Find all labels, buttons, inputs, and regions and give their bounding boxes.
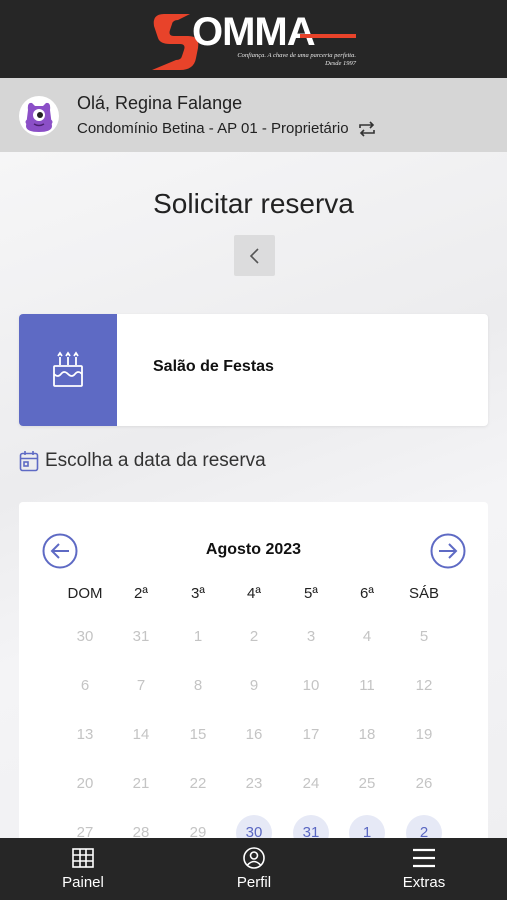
swap-icon[interactable]: [357, 120, 377, 137]
top-bar: OMMA Confiança. A chave de uma parceria …: [0, 0, 507, 78]
condo-selector[interactable]: Condomínio Betina - AP 01 - Proprietário: [77, 120, 377, 137]
nav-painel[interactable]: Painel: [23, 838, 143, 900]
calendar-day-disabled: 11: [359, 677, 375, 694]
logo-wordmark: OMMA: [192, 10, 316, 54]
calendar-month: Agosto 2023: [205, 541, 302, 558]
date-prompt-label: Escolha a data da reserva: [45, 450, 266, 471]
calendar-day-disabled: 24: [302, 775, 320, 792]
weekday-label: 6ª: [360, 585, 374, 602]
weekday-label: 2ª: [134, 585, 148, 602]
calendar-icon: [19, 451, 39, 472]
avatar[interactable]: [19, 96, 59, 136]
date-prompt: Escolha a data da reserva: [19, 450, 266, 472]
main-content: Solicitar reserva Salão de Festas Escolh…: [0, 152, 507, 900]
monster-avatar-icon: [25, 102, 53, 132]
weekday-label: 3ª: [191, 585, 205, 602]
calendar-day-disabled: 25: [358, 775, 376, 792]
greeting-text: Olá, Regina Falange: [77, 93, 243, 113]
calendar-day-disabled: 8: [193, 677, 203, 694]
calendar-day-disabled: 9: [249, 677, 259, 694]
brand-logo: OMMA Confiança. A chave de uma parceria …: [150, 8, 360, 72]
calendar-day-disabled: 7: [136, 677, 146, 694]
calendar-day-disabled: 30: [76, 628, 94, 645]
arrow-right-circle-icon[interactable]: [430, 533, 466, 569]
calendar-day-disabled: 22: [189, 775, 207, 792]
user-bar: Olá, Regina Falange Condomínio Betina - …: [0, 78, 507, 152]
bottom-nav: Painel Perfil Extras: [0, 838, 507, 900]
nav-extras-label: Extras: [402, 874, 446, 891]
calendar-day-disabled: 12: [415, 677, 433, 694]
weekday-label: 5ª: [304, 585, 318, 602]
calendar-day-disabled: 6: [80, 677, 90, 694]
calendar-day-disabled: 13: [76, 726, 94, 743]
calendar-day-disabled: 18: [358, 726, 376, 743]
back-button[interactable]: [234, 235, 275, 276]
calendar-day-disabled: 10: [302, 677, 320, 694]
page-title: Solicitar reserva: [153, 188, 354, 219]
place-card[interactable]: Salão de Festas: [19, 314, 488, 426]
calendar-day-disabled: 2: [249, 628, 259, 645]
place-icon-box: [19, 314, 117, 426]
calendar-day-disabled: 1: [193, 628, 203, 645]
calendar-day-disabled: 23: [245, 775, 263, 792]
nav-extras[interactable]: Extras: [364, 838, 484, 900]
user-circle-icon: [243, 847, 265, 869]
calendar-day-disabled: 31: [132, 628, 150, 645]
calendar-day-disabled: 20: [76, 775, 94, 792]
calendar-day-disabled: 17: [302, 726, 320, 743]
calendar-day-disabled: 4: [362, 628, 372, 645]
calendar-day-disabled: 19: [415, 726, 433, 743]
calendar-day-disabled: 26: [415, 775, 433, 792]
calendar-day-disabled: 16: [245, 726, 263, 743]
calendar-day-disabled: 3: [306, 628, 316, 645]
calendar-day-disabled: 21: [132, 775, 150, 792]
chevron-left-icon: [249, 247, 259, 264]
grid-icon: [72, 848, 94, 868]
place-name: Salão de Festas: [153, 358, 274, 375]
calendar-day-disabled: 15: [189, 726, 207, 743]
weekday-label: SÁB: [408, 585, 439, 602]
condo-label: Condomínio Betina - AP 01 - Proprietário: [77, 120, 349, 137]
weekday-label: DOM: [67, 585, 103, 602]
nav-perfil-label: Perfil: [236, 874, 272, 891]
nav-perfil[interactable]: Perfil: [194, 838, 314, 900]
weekday-label: 4ª: [247, 585, 261, 602]
calendar-day-disabled: 14: [132, 726, 150, 743]
logo-accent-bar: [300, 34, 356, 38]
logo-tagline: Confiança. A chave de uma parceria perfe…: [237, 52, 356, 67]
calendar-day-disabled: 5: [419, 628, 429, 645]
weekday-header: DOM 2ª 3ª 4ª 5ª 6ª SÁB: [19, 585, 488, 605]
menu-icon: [413, 848, 435, 868]
nav-painel-label: Painel: [62, 874, 104, 891]
cake-icon: [53, 351, 83, 387]
